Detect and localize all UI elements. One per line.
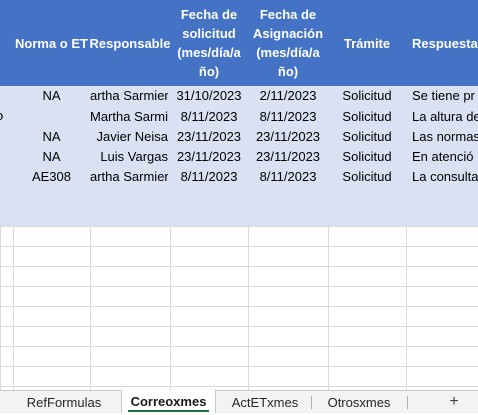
cell-norma[interactable]: NA: [13, 86, 90, 106]
cell-norma[interactable]: NA: [13, 127, 90, 147]
sheet-tab-bar: RefFormulas Correoxmes ActETxmes Otrosxm…: [0, 390, 478, 413]
cell-norma[interactable]: AE308: [13, 167, 90, 187]
cell-responsable[interactable]: Martha Sarmier: [90, 107, 168, 127]
cell-left-marker[interactable]: o: [0, 106, 10, 126]
cell-fecha-solicitud[interactable]: 23/11/2023: [170, 147, 248, 167]
cell-responsable[interactable]: artha Sarmier: [90, 86, 168, 106]
cell-fecha-solicitud[interactable]: 8/11/2023: [170, 107, 248, 127]
cell-responsable[interactable]: Javier Neisa: [90, 127, 168, 147]
cell-fecha-solicitud[interactable]: 23/11/2023: [170, 127, 248, 147]
cell-tramite[interactable]: Solicitud: [328, 127, 406, 147]
cell-responsable[interactable]: Luis Vargas: [90, 147, 168, 167]
cell-fecha-solicitud[interactable]: 31/10/2023: [170, 86, 248, 106]
cell-respuesta[interactable]: Las normas: [412, 127, 478, 147]
table-header: Norma o ET Responsable Fecha de solicitu…: [0, 0, 478, 86]
cell-tramite[interactable]: Solicitud: [328, 107, 406, 127]
header-norma[interactable]: Norma o ET: [13, 0, 90, 86]
header-responsable[interactable]: Responsable: [90, 0, 170, 86]
cell-respuesta[interactable]: La consulta: [412, 167, 478, 187]
add-sheet-icon[interactable]: +: [447, 391, 461, 413]
cell-tramite[interactable]: Solicitud: [328, 167, 406, 187]
cell-tramite[interactable]: Solicitud: [328, 86, 406, 106]
tab-separator: [407, 396, 408, 409]
cell-responsable[interactable]: artha Sarmier: [90, 167, 168, 187]
header-tramite[interactable]: Trámite: [328, 0, 406, 86]
cell-fecha-solicitud[interactable]: 8/11/2023: [170, 167, 248, 187]
cell-norma[interactable]: NA: [13, 147, 90, 167]
header-fecha-solicitud[interactable]: Fecha de solicitud (mes/día/a ño): [170, 0, 248, 86]
cell-fecha-asignacion[interactable]: 8/11/2023: [248, 107, 328, 127]
cell-tramite[interactable]: Solicitud: [328, 147, 406, 167]
cell-respuesta[interactable]: La altura de: [412, 107, 478, 127]
tab-actetxmes[interactable]: ActETxmes: [220, 391, 310, 413]
tab-refformulas[interactable]: RefFormulas: [14, 391, 114, 413]
header-fecha-asignacion[interactable]: Fecha de Asignación (mes/día/a ño): [248, 0, 328, 86]
cell-fecha-asignacion[interactable]: 23/11/2023: [248, 147, 328, 167]
cell-norma[interactable]: [13, 107, 90, 127]
cell-fecha-asignacion[interactable]: 23/11/2023: [248, 127, 328, 147]
tab-separator: [311, 396, 312, 409]
tab-otrosxmes[interactable]: Otrosxmes: [313, 391, 405, 413]
cell-respuesta[interactable]: En atenció: [412, 147, 478, 167]
cell-fecha-asignacion[interactable]: 2/11/2023: [248, 86, 328, 106]
header-respuesta[interactable]: Respuesta: [406, 0, 478, 86]
tab-correoxmes[interactable]: Correoxmes: [121, 390, 216, 413]
cell-fecha-asignacion[interactable]: 8/11/2023: [248, 167, 328, 187]
cell-respuesta[interactable]: Se tiene pr: [412, 86, 478, 106]
